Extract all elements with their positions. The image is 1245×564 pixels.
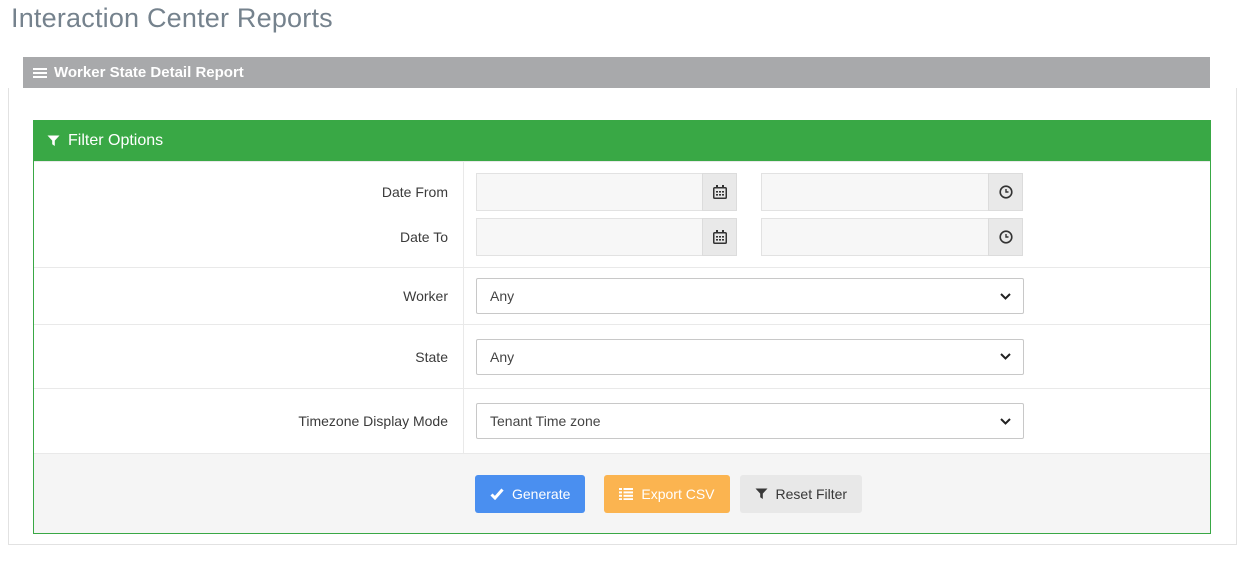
date-to-calendar-button[interactable] bbox=[702, 218, 737, 256]
time-from-input[interactable] bbox=[761, 173, 988, 211]
chevron-down-icon bbox=[1000, 418, 1011, 425]
timezone-select[interactable]: Tenant Time zone bbox=[476, 403, 1024, 439]
calendar-icon bbox=[713, 230, 727, 244]
date-to-input[interactable] bbox=[476, 218, 702, 256]
reset-filter-button[interactable]: Reset Filter bbox=[740, 475, 863, 513]
worker-select-value: Any bbox=[490, 288, 514, 304]
date-from-input[interactable] bbox=[476, 173, 702, 211]
timezone-row: Timezone Display Mode Tenant Time zone bbox=[34, 388, 1210, 453]
timezone-label: Timezone Display Mode bbox=[34, 389, 464, 453]
list-icon bbox=[619, 488, 633, 500]
date-to-group bbox=[476, 218, 737, 256]
generate-button-label: Generate bbox=[512, 486, 570, 502]
filter-options-panel: Filter Options Date From Date To bbox=[33, 120, 1211, 534]
report-widget-title: Worker State Detail Report bbox=[54, 64, 244, 81]
clock-icon bbox=[999, 230, 1013, 244]
date-from-label: Date From bbox=[382, 173, 448, 211]
dates-labels: Date From Date To bbox=[34, 162, 464, 267]
time-to-clock-button[interactable] bbox=[988, 218, 1023, 256]
reset-filter-button-label: Reset Filter bbox=[776, 486, 848, 502]
date-from-group bbox=[476, 173, 737, 211]
dates-row: Date From Date To bbox=[34, 161, 1210, 267]
filter-icon bbox=[755, 488, 768, 500]
worker-label: Worker bbox=[34, 268, 464, 324]
state-row: State Any bbox=[34, 324, 1210, 388]
timezone-select-value: Tenant Time zone bbox=[490, 413, 601, 429]
chevron-down-icon bbox=[1000, 293, 1011, 300]
hamburger-icon bbox=[33, 67, 47, 79]
export-csv-button[interactable]: Export CSV bbox=[604, 475, 729, 513]
state-label: State bbox=[34, 325, 464, 388]
time-from-clock-button[interactable] bbox=[988, 173, 1023, 211]
time-to-group bbox=[761, 218, 1023, 256]
filter-options-header[interactable]: Filter Options bbox=[34, 121, 1210, 161]
worker-row: Worker Any bbox=[34, 267, 1210, 324]
date-to-label: Date To bbox=[400, 218, 448, 256]
calendar-icon bbox=[713, 185, 727, 199]
dates-fields bbox=[464, 162, 1210, 267]
clock-icon bbox=[999, 185, 1013, 199]
date-from-calendar-button[interactable] bbox=[702, 173, 737, 211]
filter-icon bbox=[47, 135, 60, 147]
filter-options-title: Filter Options bbox=[68, 132, 163, 150]
report-widget-body: Filter Options Date From Date To bbox=[8, 88, 1237, 545]
check-icon bbox=[490, 488, 504, 500]
page-title: Interaction Center Reports bbox=[11, 3, 333, 34]
time-from-group bbox=[761, 173, 1023, 211]
filter-actions-footer: Generate Export CSV bbox=[34, 453, 1210, 533]
generate-button[interactable]: Generate bbox=[475, 475, 585, 513]
export-csv-button-label: Export CSV bbox=[641, 486, 714, 502]
chevron-down-icon bbox=[1000, 353, 1011, 360]
worker-select[interactable]: Any bbox=[476, 278, 1024, 314]
report-widget-header[interactable]: Worker State Detail Report bbox=[23, 57, 1210, 88]
state-select-value: Any bbox=[490, 349, 514, 365]
time-to-input[interactable] bbox=[761, 218, 988, 256]
state-select[interactable]: Any bbox=[476, 339, 1024, 375]
